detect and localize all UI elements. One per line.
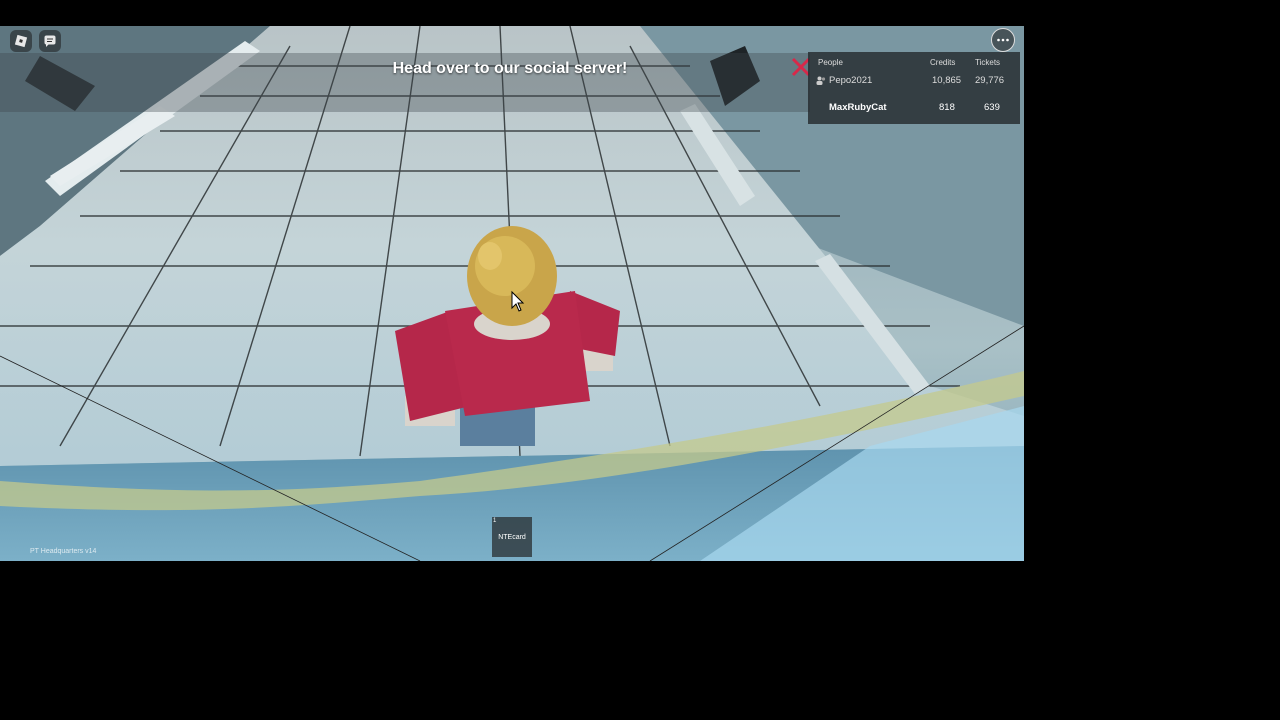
leaderboard-row[interactable]: Pepo2021 10,865 29,776 (808, 70, 1020, 92)
player-credits: 818 (939, 102, 955, 113)
player-tickets: 29,776 (975, 75, 1005, 86)
people-icon (816, 76, 826, 85)
leaderboard: People Credits Tickets Pepo2021 10,865 2… (808, 52, 1020, 124)
roblox-logo-icon[interactable] (10, 30, 32, 52)
hotbar-item-label: NTEcard (498, 534, 526, 541)
more-options-icon[interactable] (991, 28, 1015, 52)
version-label: PT Headquarters v14 (30, 548, 97, 555)
player-name: MaxRubyCat (829, 102, 887, 113)
announcement-text: Head over to our social server! (392, 60, 628, 77)
player-tickets: 639 (984, 102, 1000, 113)
hotbar-slot[interactable]: 1 NTEcard (492, 517, 532, 557)
chat-icon[interactable] (39, 30, 61, 52)
leaderboard-header-people: People (818, 58, 843, 67)
game-viewport[interactable]: Head over to our social server! People C… (0, 26, 1024, 561)
leaderboard-header-tickets: Tickets (975, 58, 1001, 67)
leaderboard-header-credits: Credits (930, 58, 956, 67)
player-name: Pepo2021 (829, 75, 873, 86)
hotbar-slot-number: 1 (493, 518, 497, 524)
player-credits: 10,865 (932, 75, 962, 86)
leaderboard-row[interactable]: MaxRubyCat 818 639 (808, 97, 1020, 119)
